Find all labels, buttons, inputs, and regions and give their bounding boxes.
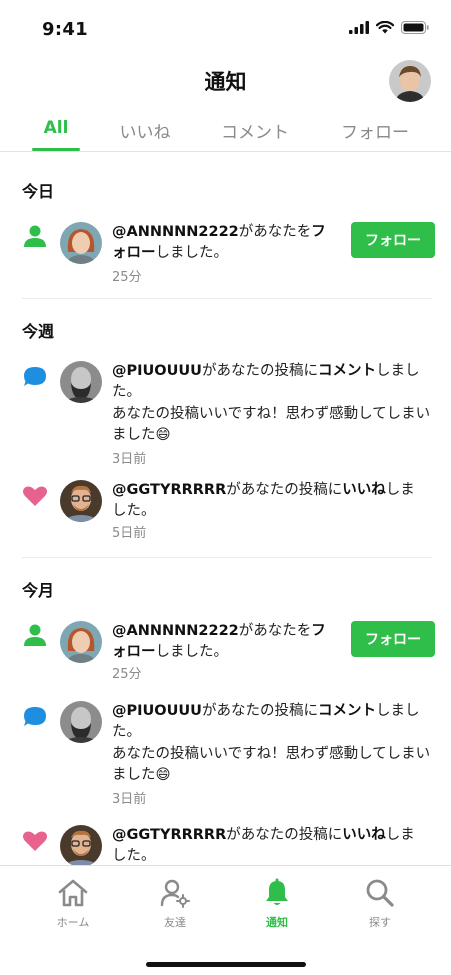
nav-label: ホーム [56,916,90,929]
action-word: いいね [342,482,386,498]
username[interactable]: @GGTYRRRRR [112,482,226,498]
nav-notifications[interactable]: 通知 [237,878,317,930]
timestamp: 3日前 [112,452,147,467]
battery-icon [401,21,429,34]
person-icon [24,624,46,646]
username[interactable]: @PIUOUUU [112,703,202,719]
notification-text: @PIUOUUUがあなたの投稿にコメントしました。 [112,703,420,740]
search-icon [366,879,394,907]
avatar[interactable] [60,361,102,403]
action-word: いいね [342,827,386,843]
tab-likes[interactable]: いいね [110,118,180,143]
status-bar: 9:41 [0,0,451,58]
home-icon [58,879,88,907]
action-word: コメント [317,703,376,719]
heart-icon [23,831,47,851]
heart-icon [23,486,47,506]
comment-body: あなたの投稿いいですね！思わず感動してしまいました😄 [112,746,431,783]
timestamp: 3日前 [112,792,147,807]
status-time: 9:41 [42,19,88,40]
avatar[interactable] [60,825,102,867]
avatar[interactable] [60,701,102,743]
divider [22,557,432,558]
comment-icon [24,367,46,386]
avatar[interactable] [60,480,102,522]
username[interactable]: @PIUOUUU [112,363,202,379]
notification-text: @ANNNNN2222があなたをフォローしました。 [112,623,326,660]
bell-icon [266,878,288,905]
timestamp: 5日前 [112,526,147,541]
page-title: 通知 [204,70,247,94]
section-title-month: 今月 [22,581,55,600]
tab-bar: All いいね コメント フォロー [0,108,451,152]
person-icon [24,225,46,247]
nav-label: 友達 [164,916,186,929]
nav-label: 通知 [266,916,288,929]
header: 通知 [0,58,451,106]
notification-text: @PIUOUUUがあなたの投稿にコメントしました。 [112,363,420,400]
username[interactable]: @ANNNNN2222 [112,623,239,639]
username[interactable]: @GGTYRRRRR [112,827,226,843]
home-indicator [146,962,306,967]
notification-text: @GGTYRRRRRがあなたの投稿にいいねしました。 [112,827,415,864]
follow-button[interactable]: フォロー [351,621,435,657]
section-title-today: 今日 [22,182,55,201]
notification-text: @GGTYRRRRRがあなたの投稿にいいねしました。 [112,482,415,519]
comment-icon [24,707,46,726]
timestamp: 25分 [112,270,142,285]
nav-home[interactable]: ホーム [33,878,113,930]
action-word: コメント [317,363,376,379]
bottom-nav: ホーム 友達 通知 探す [0,865,451,975]
avatar[interactable] [60,222,102,264]
tab-all[interactable]: All [32,118,80,138]
nav-search[interactable]: 探す [340,878,420,930]
signal-icon [349,21,369,34]
wifi-icon [376,21,394,34]
tab-active-indicator [32,148,80,151]
avatar[interactable] [60,621,102,663]
username[interactable]: @ANNNNN2222 [112,224,239,240]
status-icons [349,21,429,34]
notification-text: @ANNNNN2222があなたをフォローしました。 [112,224,326,261]
timestamp: 25分 [112,667,142,682]
comment-body: あなたの投稿いいですね！思わず感動してしまいました😄 [112,406,431,443]
follow-button[interactable]: フォロー [351,222,435,258]
nav-label: 探す [369,916,391,929]
profile-avatar[interactable] [389,60,431,102]
section-title-week: 今週 [22,322,55,341]
tab-comments[interactable]: コメント [215,118,295,143]
tab-follows[interactable]: フォロー [335,118,415,143]
divider [22,298,432,299]
friends-icon [160,879,190,908]
nav-friends[interactable]: 友達 [135,878,215,930]
